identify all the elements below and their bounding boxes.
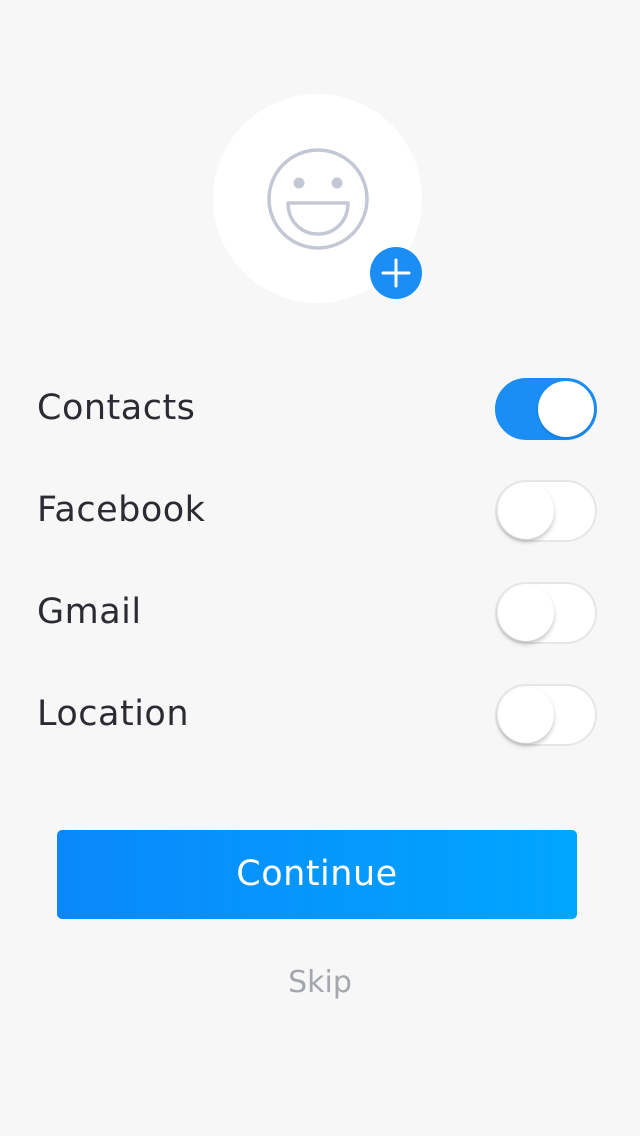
permission-row-facebook: Facebook: [0, 475, 640, 545]
continue-button[interactable]: Continue: [57, 830, 577, 919]
toggle-facebook[interactable]: [495, 480, 597, 542]
permission-row-contacts: Contacts: [0, 373, 640, 443]
toggle-knob: [538, 381, 594, 437]
plus-icon: [381, 258, 411, 288]
permission-label-contacts: Contacts: [37, 388, 196, 428]
permission-label-location: Location: [37, 694, 190, 734]
toggle-knob: [498, 483, 554, 539]
toggle-contacts[interactable]: [495, 378, 597, 440]
toggle-knob: [498, 687, 554, 743]
smiley-face-icon: [267, 148, 369, 250]
permission-row-location: Location: [0, 679, 640, 749]
permission-label-gmail: Gmail: [37, 592, 142, 632]
toggle-gmail[interactable]: [495, 582, 597, 644]
add-photo-button[interactable]: [370, 247, 422, 299]
permission-row-gmail: Gmail: [0, 577, 640, 647]
toggle-location[interactable]: [495, 684, 597, 746]
skip-button[interactable]: Skip: [220, 958, 420, 1008]
permission-label-facebook: Facebook: [37, 490, 206, 530]
toggle-knob: [498, 585, 554, 641]
